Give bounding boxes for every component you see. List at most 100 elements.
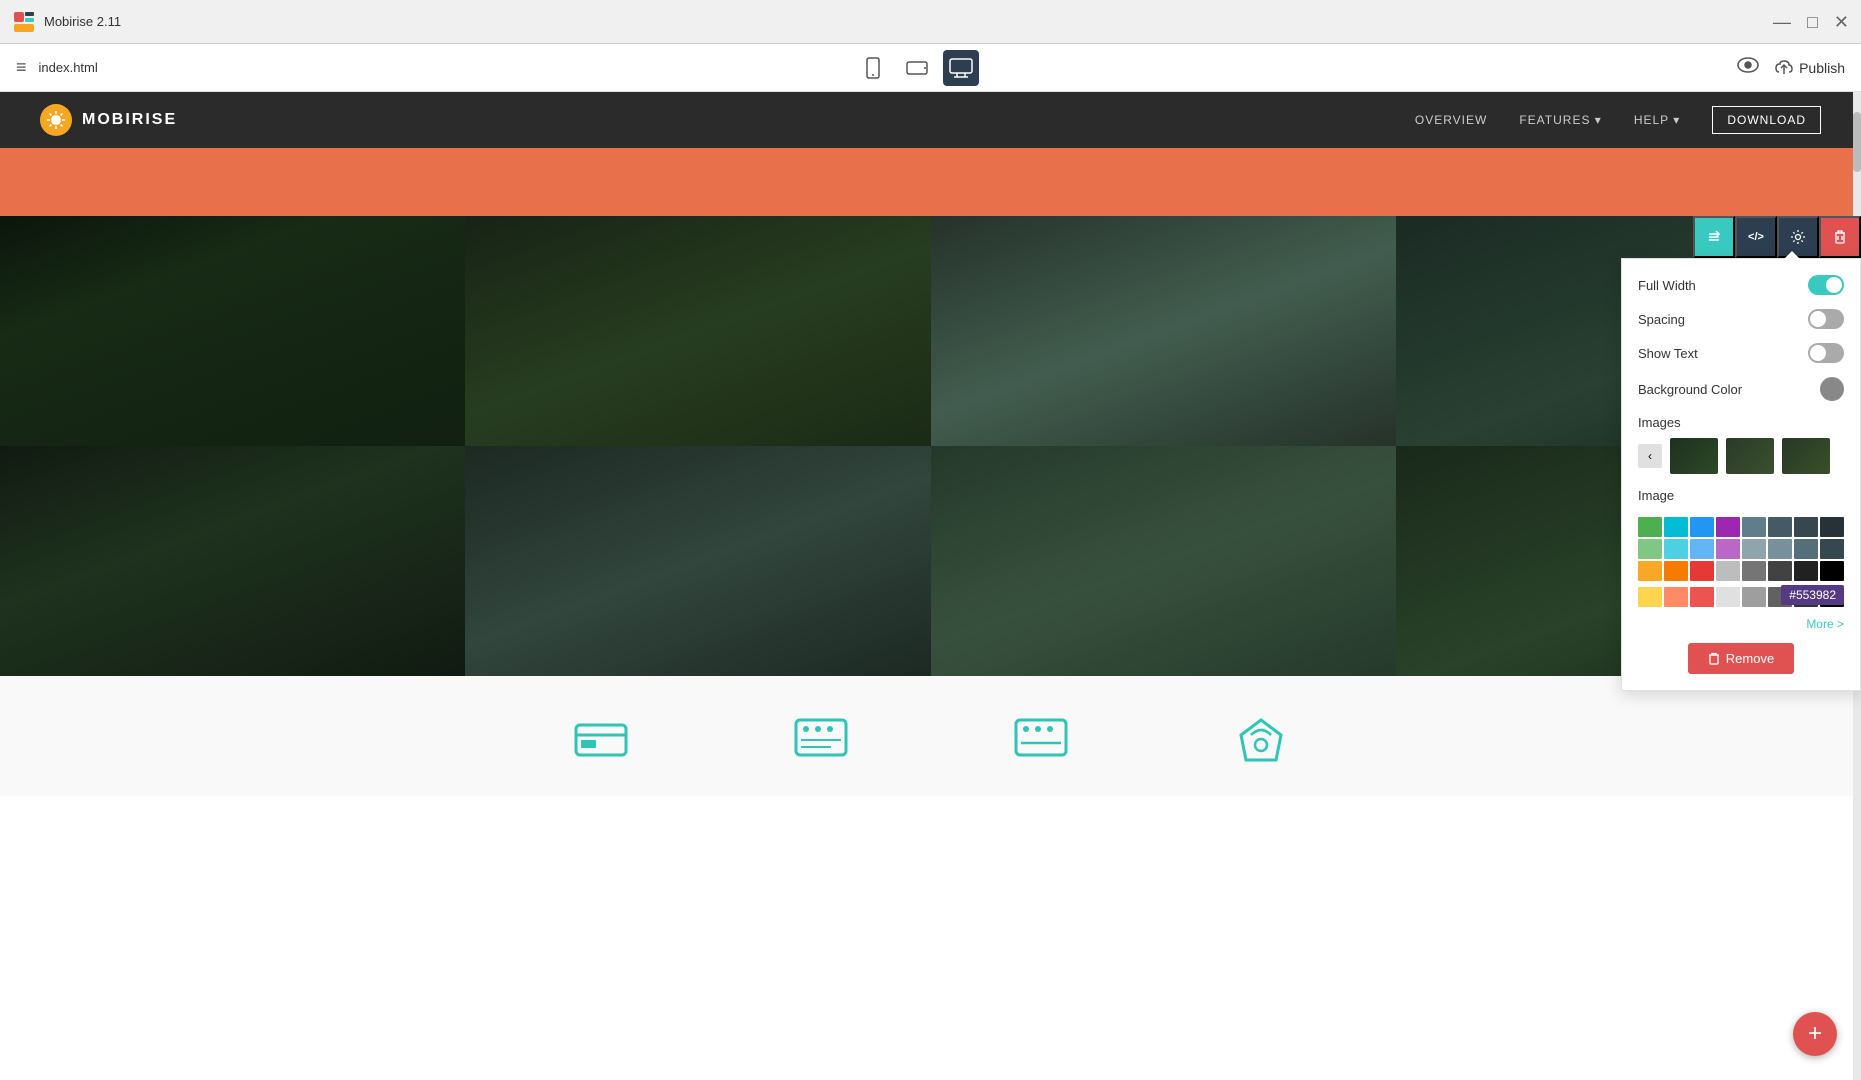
spacing-label: Spacing [1638,312,1685,327]
show-text-row: Show Text [1638,343,1844,363]
trash-icon [1708,652,1720,666]
show-text-toggle[interactable] [1808,343,1844,363]
full-width-label: Full Width [1638,278,1696,293]
site-nav-features[interactable]: FEATURES ▾ [1519,113,1601,127]
delete-block-button[interactable] [1819,216,1861,258]
device-tablet-button[interactable] [899,50,935,86]
palette-cell-0[interactable] [1638,517,1662,537]
palette-cell-9[interactable] [1664,539,1688,559]
scrollbar-thumb[interactable] [1853,112,1861,172]
palette-cell-5[interactable] [1768,517,1792,537]
minimize-button[interactable]: — [1773,13,1791,31]
image-thumb-3[interactable] [1782,438,1830,474]
gallery-cell-1[interactable] [0,216,465,446]
panel-arrow [1784,251,1800,259]
image-label: Image [1638,488,1674,503]
close-button[interactable]: ✕ [1834,13,1849,31]
palette-cell-23[interactable] [1820,561,1844,581]
palette-cell-2[interactable] [1690,517,1714,537]
block-controls: </> [1693,216,1861,258]
preview-icon[interactable] [1737,56,1759,79]
palette-cell-11[interactable] [1716,539,1740,559]
code-block-button[interactable]: </> [1735,216,1777,258]
gallery-cell-5[interactable] [0,446,465,676]
site-nav-overview[interactable]: OVERVIEW [1415,113,1487,127]
cloud-upload-icon [1775,60,1793,76]
palette-cell-25[interactable] [1664,587,1688,607]
title-bar: Mobirise 2.11 — □ ✕ [0,0,1861,44]
palette-cell-18[interactable] [1690,561,1714,581]
feature-icon-2 [791,715,851,777]
images-prev-button[interactable]: ‹ [1638,444,1662,468]
spacing-row: Spacing [1638,309,1844,329]
remove-label: Remove [1726,651,1774,666]
device-mobile-button[interactable] [855,50,891,86]
toolbar-right: Publish [1737,56,1845,79]
toolbar-left: ≡ index.html [16,57,98,78]
image-thumb-2[interactable] [1726,438,1774,474]
palette-cell-16[interactable] [1638,561,1662,581]
bg-color-swatch[interactable] [1820,377,1844,401]
title-bar-controls: — □ ✕ [1773,13,1849,31]
images-thumbnails: ‹ [1638,438,1844,474]
palette-cell-8[interactable] [1638,539,1662,559]
palette-cell-28[interactable] [1742,587,1766,607]
device-switcher [855,50,979,86]
palette-grid [1638,517,1844,581]
hex-color-display[interactable]: #553982 [1781,585,1844,605]
spacing-toggle[interactable] [1808,309,1844,329]
palette-cell-17[interactable] [1664,561,1688,581]
device-desktop-button[interactable] [943,50,979,86]
palette-cell-1[interactable] [1664,517,1688,537]
remove-button[interactable]: Remove [1688,643,1794,674]
full-width-row: Full Width [1638,275,1844,295]
add-block-button[interactable]: + [1793,1012,1837,1056]
app-logo [12,10,36,34]
palette-cell-10[interactable] [1690,539,1714,559]
palette-cell-22[interactable] [1794,561,1818,581]
palette-cell-12[interactable] [1742,539,1766,559]
image-thumb-1[interactable] [1670,438,1718,474]
palette-cell-15[interactable] [1820,539,1844,559]
palette-cell-6[interactable] [1794,517,1818,537]
site-logo-area: MOBIRISE [40,104,177,136]
maximize-button[interactable]: □ [1807,13,1818,31]
publish-label: Publish [1799,60,1845,76]
publish-button[interactable]: Publish [1775,60,1845,76]
website-preview: MOBIRISE OVERVIEW FEATURES ▾ HELP ▾ DOWN… [0,92,1861,1080]
images-label-row: Images [1638,415,1844,430]
hamburger-icon[interactable]: ≡ [16,57,27,78]
orange-section [0,148,1861,216]
palette-cell-21[interactable] [1768,561,1792,581]
palette-cell-26[interactable] [1690,587,1714,607]
more-colors-link[interactable]: More > [1638,617,1844,631]
palette-cell-7[interactable] [1820,517,1844,537]
title-bar-left: Mobirise 2.11 [12,10,121,34]
palette-cell-27[interactable] [1716,587,1740,607]
toolbar: ≡ index.html Publish [0,44,1861,92]
palette-cell-3[interactable] [1716,517,1740,537]
full-width-toggle[interactable] [1808,275,1844,295]
palette-cell-4[interactable] [1742,517,1766,537]
settings-panel: Full Width Spacing Show Text Background … [1621,258,1861,691]
gallery-cell-7[interactable] [931,446,1396,676]
color-palette: #553982 [1638,517,1844,607]
palette-cell-20[interactable] [1742,561,1766,581]
images-label: Images [1638,415,1681,430]
palette-cell-19[interactable] [1716,561,1740,581]
site-nav-help[interactable]: HELP ▾ [1634,113,1681,127]
gallery-wrapper: </> [0,216,1861,676]
gallery-cell-6[interactable] [465,446,930,676]
gallery-cell-2[interactable] [465,216,930,446]
palette-cell-13[interactable] [1768,539,1792,559]
gallery-cell-3[interactable] [931,216,1396,446]
reorder-block-button[interactable] [1693,216,1735,258]
feature-icon-4 [1231,715,1291,777]
palette-cell-24[interactable] [1638,587,1662,607]
site-nav-download[interactable]: DOWNLOAD [1712,106,1821,134]
site-logo-icon [40,104,72,136]
palette-cell-14[interactable] [1794,539,1818,559]
gallery-grid [0,216,1861,676]
feature-icon-1 [571,715,631,777]
icons-section [0,676,1861,796]
